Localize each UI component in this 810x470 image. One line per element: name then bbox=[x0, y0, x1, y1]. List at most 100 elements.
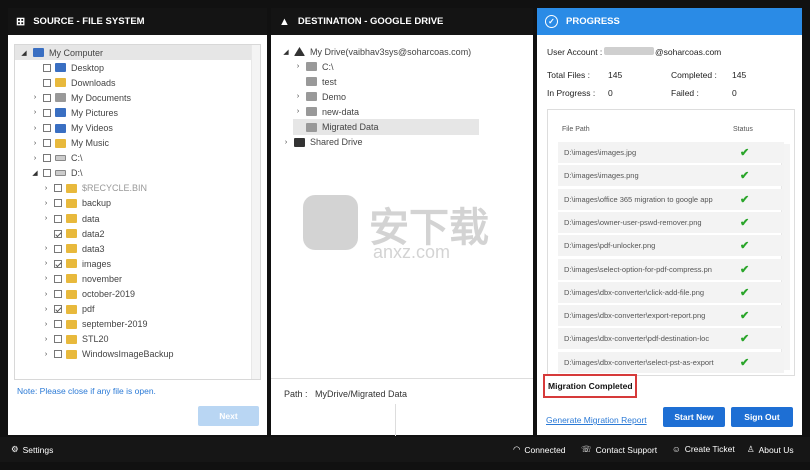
item-checkbox[interactable] bbox=[43, 108, 51, 117]
source-tree-item[interactable]: › $RECYCLE.BIN bbox=[15, 181, 251, 196]
expand-arrow-icon[interactable]: › bbox=[41, 215, 51, 222]
expand-arrow-icon[interactable]: › bbox=[30, 140, 40, 147]
success-check-icon: ✔ bbox=[740, 147, 750, 159]
source-tree[interactable]: ◢ My Computer Desktop Downloads › My Document… bbox=[14, 44, 261, 380]
item-checkbox[interactable] bbox=[54, 199, 62, 208]
tree-item-label: pdf bbox=[82, 304, 95, 315]
expand-arrow-icon[interactable]: › bbox=[293, 108, 303, 115]
expand-arrow-icon[interactable]: › bbox=[30, 155, 40, 162]
source-tree-item[interactable]: › My Documents bbox=[15, 90, 251, 105]
account-redacted bbox=[604, 47, 654, 55]
expand-arrow-icon[interactable]: › bbox=[30, 125, 40, 132]
source-tree-item[interactable]: data2 bbox=[15, 226, 251, 241]
success-check-icon: ✔ bbox=[740, 356, 750, 369]
user-icon: ♙ bbox=[747, 444, 755, 454]
source-tree-item[interactable]: Desktop bbox=[15, 60, 251, 75]
total-files-label: Total Files : bbox=[547, 70, 590, 80]
folder-icon bbox=[66, 289, 77, 299]
file-path: D:\images\dbx-converter\export-report.pn… bbox=[564, 311, 706, 321]
source-tree-item[interactable]: ◢ My Computer bbox=[15, 45, 251, 61]
expand-arrow-icon[interactable]: › bbox=[41, 245, 51, 252]
expand-arrow-icon[interactable]: › bbox=[41, 200, 51, 207]
expand-arrow-icon[interactable]: › bbox=[41, 291, 51, 298]
expand-arrow-icon[interactable]: › bbox=[41, 185, 51, 192]
expand-arrow-icon[interactable]: › bbox=[41, 260, 51, 267]
tree-item-label: Shared Drive bbox=[310, 137, 363, 148]
source-tree-item[interactable]: › My Music bbox=[15, 136, 251, 151]
source-tree-item[interactable]: › My Videos bbox=[15, 120, 251, 135]
item-checkbox[interactable] bbox=[54, 274, 62, 283]
source-tree-item[interactable]: › My Pictures bbox=[15, 105, 251, 120]
source-tree-item[interactable]: ◢ D:\ bbox=[15, 166, 251, 181]
item-checkbox[interactable] bbox=[43, 93, 51, 102]
expand-arrow-icon[interactable]: › bbox=[281, 139, 291, 146]
item-checkbox[interactable] bbox=[54, 229, 62, 238]
item-checkbox[interactable] bbox=[43, 78, 51, 87]
shared-drive-icon bbox=[294, 137, 305, 147]
expand-arrow-icon[interactable]: › bbox=[41, 321, 51, 328]
source-panel: ⊞ SOURCE - FILE SYSTEM ◢ My Computer Deskt… bbox=[8, 8, 267, 435]
source-tree-item[interactable]: › C:\ bbox=[15, 151, 251, 166]
destination-tree-item[interactable]: Migrated Data bbox=[293, 119, 479, 135]
next-button[interactable]: Next bbox=[198, 406, 259, 426]
expand-arrow-icon[interactable]: › bbox=[30, 109, 40, 116]
destination-tree-item[interactable]: test bbox=[275, 74, 527, 89]
destination-tree-item[interactable]: › new-data bbox=[275, 104, 527, 119]
expand-arrow-icon[interactable]: › bbox=[30, 94, 40, 101]
expand-arrow-icon[interactable]: › bbox=[293, 63, 303, 70]
source-tree-item[interactable]: › data3 bbox=[15, 241, 251, 256]
sign-out-button[interactable]: Sign Out bbox=[731, 407, 793, 427]
start-new-button[interactable]: Start New bbox=[663, 407, 725, 427]
item-checkbox[interactable] bbox=[43, 139, 51, 148]
item-checkbox[interactable] bbox=[54, 305, 62, 314]
item-checkbox[interactable] bbox=[43, 169, 51, 178]
expand-arrow-icon[interactable]: › bbox=[41, 336, 51, 343]
source-tree-item[interactable]: › november bbox=[15, 271, 251, 286]
item-checkbox[interactable] bbox=[54, 214, 62, 223]
destination-tree-item[interactable]: › Demo bbox=[275, 89, 527, 104]
expand-arrow-icon[interactable]: › bbox=[293, 93, 303, 100]
folder-icon bbox=[55, 93, 66, 103]
item-checkbox[interactable] bbox=[43, 124, 51, 133]
expand-arrow-icon[interactable]: ◢ bbox=[30, 169, 40, 177]
generate-report-link[interactable]: Generate Migration Report bbox=[546, 415, 647, 425]
contact-support-button[interactable]: ☏ Contact Support bbox=[581, 444, 657, 455]
destination-tree-item[interactable]: ◢ My Drive(vaibhav3sys@soharcoas.com) bbox=[275, 44, 527, 59]
expand-arrow-icon[interactable]: ◢ bbox=[281, 48, 291, 56]
source-header: ⊞ SOURCE - FILE SYSTEM bbox=[8, 8, 267, 35]
source-tree-item[interactable]: › pdf bbox=[15, 302, 251, 317]
destination-tree-item[interactable]: › Shared Drive bbox=[275, 135, 527, 150]
file-path: D:\images\pdf-unlocker.png bbox=[564, 241, 656, 251]
item-checkbox[interactable] bbox=[54, 259, 62, 268]
expand-arrow-icon[interactable]: › bbox=[41, 275, 51, 282]
item-checkbox[interactable] bbox=[54, 350, 62, 359]
item-checkbox[interactable] bbox=[54, 290, 62, 299]
source-tree-item[interactable]: › october-2019 bbox=[15, 287, 251, 302]
expand-arrow-icon[interactable]: › bbox=[41, 306, 51, 313]
expand-arrow-icon[interactable]: ◢ bbox=[19, 49, 29, 57]
source-tree-item[interactable]: › WindowsImageBackup bbox=[15, 347, 251, 362]
item-checkbox[interactable] bbox=[43, 63, 51, 72]
expand-arrow-icon[interactable]: › bbox=[41, 351, 51, 358]
item-checkbox[interactable] bbox=[54, 184, 62, 193]
source-tree-item[interactable]: › september-2019 bbox=[15, 317, 251, 332]
about-us-button[interactable]: ♙ About Us bbox=[747, 444, 794, 455]
settings-button[interactable]: ⚙ Settings bbox=[11, 444, 53, 455]
destination-tree-item[interactable]: › C:\ bbox=[275, 59, 527, 74]
source-tree-item[interactable]: › data bbox=[15, 211, 251, 226]
item-checkbox[interactable] bbox=[43, 154, 51, 163]
item-checkbox[interactable] bbox=[54, 320, 62, 329]
destination-tree[interactable]: ◢ My Drive(vaibhav3sys@soharcoas.com) › C:\… bbox=[275, 44, 527, 374]
source-tree-item[interactable]: › backup bbox=[15, 196, 251, 211]
item-checkbox[interactable] bbox=[54, 244, 62, 253]
source-tree-item[interactable]: › STL20 bbox=[15, 332, 251, 347]
tree-item-label: My Music bbox=[71, 138, 109, 149]
item-checkbox[interactable] bbox=[54, 335, 62, 344]
create-ticket-button[interactable]: ☺ Create Ticket bbox=[672, 444, 735, 454]
source-tree-item[interactable]: Downloads bbox=[15, 75, 251, 90]
tree-item-label: october-2019 bbox=[82, 289, 136, 300]
tree-item-label: $RECYCLE.BIN bbox=[82, 183, 148, 194]
source-tree-item[interactable]: › images bbox=[15, 256, 251, 271]
source-scrollbar[interactable] bbox=[251, 45, 260, 379]
drive-icon bbox=[55, 155, 66, 162]
